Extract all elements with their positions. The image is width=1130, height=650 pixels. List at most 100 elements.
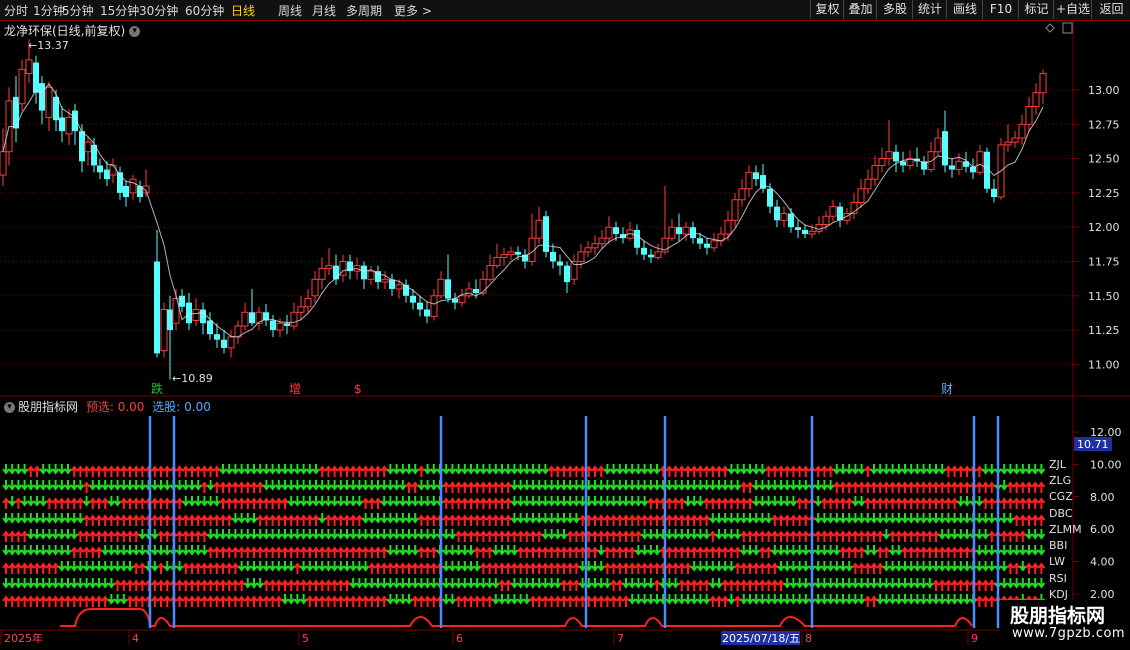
down-arrow-icon xyxy=(27,496,35,507)
up-arrow-icon xyxy=(492,530,500,542)
up-arrow-icon xyxy=(1006,497,1015,509)
up-arrow-icon xyxy=(572,562,581,574)
up-arrow-icon xyxy=(988,595,996,607)
up-arrow-icon xyxy=(702,514,711,526)
up-arrow-icon xyxy=(1012,481,1021,493)
up-arrow-icon xyxy=(938,546,946,558)
candle-body xyxy=(97,165,103,173)
down-arrow-icon xyxy=(45,529,54,540)
up-arrow-icon xyxy=(45,595,54,607)
down-arrow-icon xyxy=(175,545,184,556)
down-arrow-icon xyxy=(603,578,612,589)
up-arrow-icon xyxy=(293,579,302,591)
up-arrow-icon xyxy=(516,546,525,558)
down-arrow-icon xyxy=(628,464,636,475)
chevron-down-icon[interactable]: ▾ xyxy=(4,402,15,413)
up-arrow-icon xyxy=(355,595,364,607)
down-arrow-icon xyxy=(1006,545,1015,556)
candle-body xyxy=(276,322,284,331)
down-arrow-icon xyxy=(442,561,450,572)
down-arrow-icon xyxy=(715,578,723,589)
down-arrow-icon xyxy=(826,545,835,556)
up-arrow-icon xyxy=(498,497,506,509)
down-arrow-icon xyxy=(857,513,866,524)
down-arrow-icon xyxy=(268,464,277,475)
down-arrow-icon xyxy=(268,480,277,491)
down-arrow-icon xyxy=(306,480,314,491)
down-arrow-icon xyxy=(504,464,512,475)
down-arrow-icon xyxy=(299,561,308,572)
down-arrow-icon xyxy=(89,578,97,589)
up-arrow-icon xyxy=(535,562,543,574)
candle-body xyxy=(424,309,430,317)
up-arrow-icon xyxy=(467,530,475,542)
down-arrow-icon xyxy=(926,561,934,572)
down-arrow-icon xyxy=(913,578,922,589)
event-label: 跌 xyxy=(151,381,163,396)
down-arrow-icon xyxy=(504,594,512,605)
candle-body xyxy=(955,160,963,171)
up-arrow-icon xyxy=(237,497,246,509)
up-arrow-icon xyxy=(591,595,599,607)
up-arrow-icon xyxy=(498,514,506,526)
down-arrow-icon xyxy=(957,561,965,572)
up-arrow-icon xyxy=(1031,497,1039,509)
down-arrow-icon xyxy=(789,545,798,556)
up-arrow-icon xyxy=(851,481,860,493)
down-arrow-icon xyxy=(1025,578,1033,589)
up-arrow-icon xyxy=(554,465,562,477)
down-arrow-icon xyxy=(268,529,277,540)
down-arrow-icon xyxy=(33,480,41,491)
up-arrow-icon xyxy=(684,562,692,574)
down-arrow-icon xyxy=(231,513,240,524)
down-arrow-icon xyxy=(138,529,147,540)
up-arrow-icon xyxy=(8,562,16,574)
up-arrow-icon xyxy=(1037,497,1046,509)
down-arrow-icon xyxy=(870,464,878,475)
candle-body xyxy=(857,188,865,204)
up-arrow-icon xyxy=(318,595,326,607)
candle-body xyxy=(109,164,117,176)
down-arrow-icon xyxy=(64,529,72,540)
down-arrow-icon xyxy=(430,496,438,507)
down-arrow-icon xyxy=(789,480,798,491)
kline-chart[interactable]: 13.0012.7512.5012.2512.0011.7511.5011.25… xyxy=(0,0,1130,650)
down-arrow-icon xyxy=(120,480,128,491)
down-arrow-icon xyxy=(262,561,271,572)
down-arrow-icon xyxy=(857,496,866,507)
down-arrow-icon xyxy=(665,529,674,540)
up-arrow-icon xyxy=(721,595,729,607)
up-arrow-icon xyxy=(225,579,233,591)
down-arrow-icon xyxy=(113,545,122,556)
down-arrow-icon xyxy=(597,578,605,589)
down-arrow-icon xyxy=(324,496,333,507)
up-arrow-icon xyxy=(566,579,574,591)
down-arrow-icon xyxy=(622,496,630,507)
down-arrow-icon xyxy=(330,480,339,491)
indicator-title[interactable]: ▾ 股朋指标网 预选: 0.00 选股: 0.00 xyxy=(4,398,211,415)
up-arrow-icon xyxy=(467,481,475,493)
up-arrow-icon xyxy=(244,481,252,493)
up-arrow-icon xyxy=(678,562,686,574)
candle-body xyxy=(45,86,53,118)
up-arrow-icon xyxy=(1031,562,1039,574)
down-arrow-icon xyxy=(535,578,543,589)
down-arrow-icon xyxy=(888,561,897,572)
up-arrow-icon xyxy=(113,465,122,477)
down-arrow-icon xyxy=(944,561,953,572)
up-arrow-icon xyxy=(882,481,891,493)
up-arrow-icon xyxy=(665,562,674,574)
candle-body xyxy=(0,151,7,176)
up-arrow-icon xyxy=(1019,530,1027,542)
up-arrow-icon xyxy=(95,595,103,607)
up-arrow-icon xyxy=(461,481,469,493)
up-arrow-icon xyxy=(268,497,277,509)
up-arrow-icon xyxy=(237,595,246,607)
down-arrow-icon xyxy=(566,496,574,507)
up-arrow-icon xyxy=(250,481,258,493)
candle-body xyxy=(900,161,906,166)
candle-body xyxy=(270,320,276,331)
down-arrow-icon xyxy=(690,594,698,605)
down-arrow-icon xyxy=(442,464,450,475)
down-arrow-icon xyxy=(795,545,804,556)
